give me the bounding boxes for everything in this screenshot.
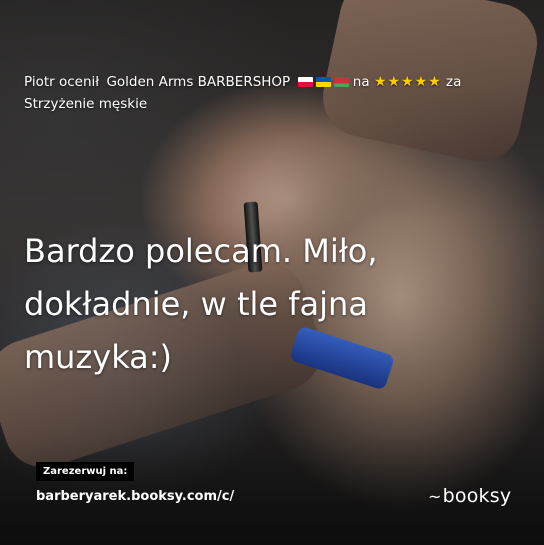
- for-text: za: [446, 74, 462, 90]
- quote-line: dokładnie, w tle fajna: [24, 285, 368, 323]
- rating-stars-icon: ★★★★★: [373, 74, 442, 90]
- booksy-logo: ~booksy: [428, 485, 511, 507]
- review-quote: Bardzo polecam. Miło, dokładnie, w tle f…: [24, 225, 504, 384]
- business-name: Golden Arms BARBERSHOP: [106, 74, 291, 90]
- rated-on-text: na: [352, 74, 370, 90]
- booksy-logo-text: booksy: [442, 485, 512, 507]
- review-card: Piotr ocenił Golden Arms BARBERSHOP na ★…: [0, 0, 544, 545]
- poland-flag-icon: [297, 77, 313, 87]
- quote-line: muzyka:): [24, 338, 173, 376]
- review-caption: Piotr ocenił Golden Arms BARBERSHOP na ★…: [24, 71, 514, 115]
- booking-link[interactable]: barberyarek.booksy.com/c/: [36, 489, 234, 504]
- reviewer-name: Piotr: [24, 74, 55, 90]
- belarus-flag-icon: [333, 77, 349, 87]
- quote-line: Bardzo polecam. Miło,: [24, 232, 378, 270]
- service-name: Strzyżenie męskie: [24, 96, 148, 112]
- ukraine-flag-icon: [315, 77, 331, 87]
- booksy-logo-mark-icon: ~: [428, 487, 442, 506]
- booking-label: Zarezerwuj na:: [36, 462, 135, 481]
- review-action: ocenił: [59, 74, 100, 90]
